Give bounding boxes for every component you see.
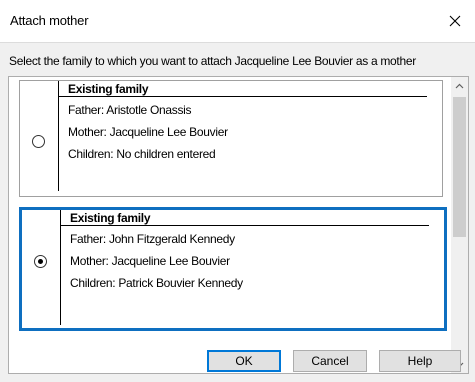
radio-column xyxy=(20,81,59,191)
mother-line: Mother: Jacqueline Lee Bouvier xyxy=(70,254,230,268)
father-line: Father: Aristotle Onassis xyxy=(68,103,192,117)
scroll-up-button[interactable] xyxy=(451,77,468,94)
family-radio-checked[interactable] xyxy=(34,255,47,268)
close-button[interactable] xyxy=(435,0,475,42)
dialog-body: Select the family to which you want to a… xyxy=(0,43,475,382)
father-line: Father: John Fitzgerald Kennedy xyxy=(70,232,235,246)
children-line: Children: No children entered xyxy=(68,147,216,161)
chevron-up-icon xyxy=(455,83,464,88)
family-header: Existing family xyxy=(58,81,427,97)
scroll-thumb[interactable] xyxy=(453,97,466,237)
cancel-button[interactable]: Cancel xyxy=(293,350,367,372)
family-card[interactable]: Existing family Father: Aristotle Onassi… xyxy=(19,80,443,197)
family-card-selected[interactable]: Existing family Father: John Fitzgerald … xyxy=(19,207,447,331)
family-radio[interactable] xyxy=(32,135,45,148)
mother-line: Mother: Jacqueline Lee Bouvier xyxy=(68,125,228,139)
radio-column xyxy=(22,210,61,325)
help-button[interactable]: Help xyxy=(379,350,461,372)
close-icon xyxy=(449,15,461,27)
instruction-text: Select the family to which you want to a… xyxy=(9,54,416,68)
ok-button[interactable]: OK xyxy=(207,350,281,372)
title-bar: Attach mother xyxy=(0,0,475,43)
family-header: Existing family xyxy=(60,210,429,226)
children-line: Children: Patrick Bouvier Kennedy xyxy=(70,276,243,290)
radio-dot xyxy=(38,259,43,264)
window-title: Attach mother xyxy=(10,13,89,28)
family-list[interactable]: Existing family Father: Aristotle Onassi… xyxy=(8,76,469,374)
vertical-scrollbar[interactable] xyxy=(451,77,468,373)
